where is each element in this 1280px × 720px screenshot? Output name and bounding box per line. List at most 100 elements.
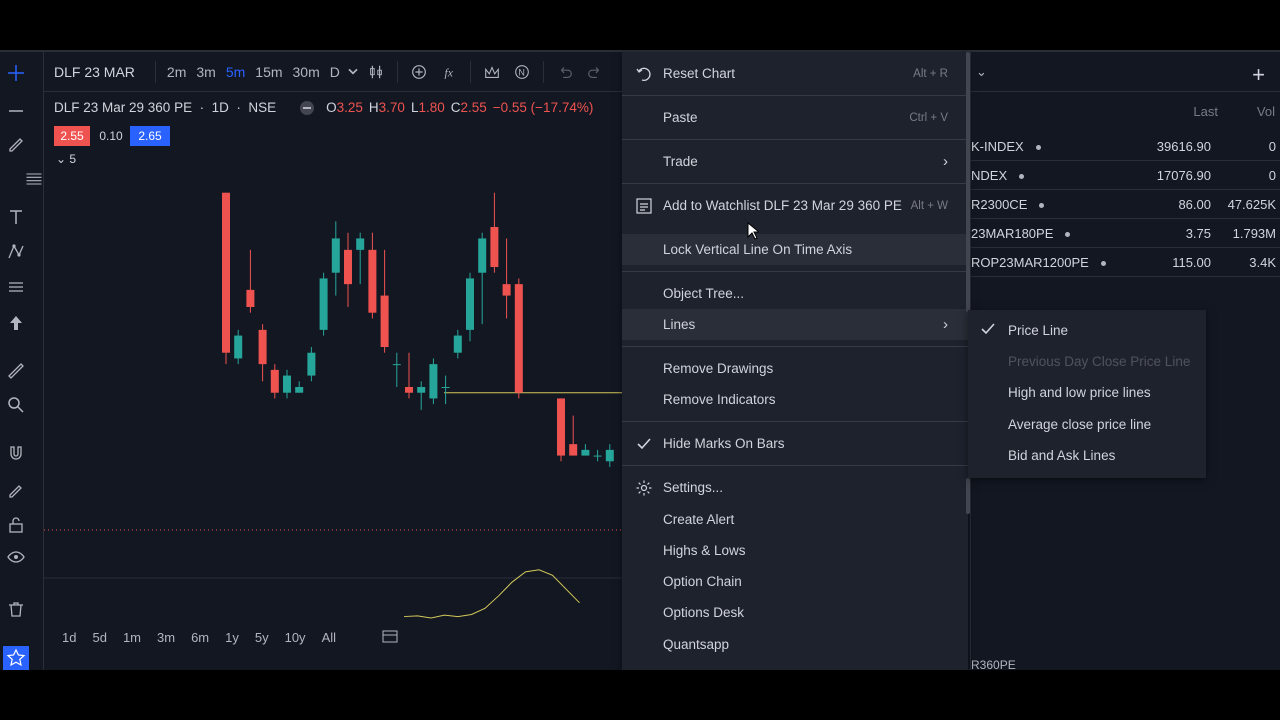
range-5d[interactable]: 5d bbox=[84, 630, 114, 645]
column-last[interactable]: Last bbox=[1193, 104, 1218, 119]
timeframe-15m[interactable]: 15m bbox=[250, 64, 287, 80]
menu-lines[interactable]: Lines › bbox=[622, 309, 968, 340]
menu-scrollbar[interactable] bbox=[966, 478, 970, 514]
magnet-icon[interactable] bbox=[5, 442, 27, 464]
candle[interactable] bbox=[307, 347, 316, 382]
candle[interactable] bbox=[392, 352, 401, 387]
eye-icon[interactable] bbox=[5, 546, 27, 568]
watchlist-row[interactable]: NDEX 17076.90 0 bbox=[971, 161, 1280, 190]
menu-reset-chart[interactable]: Reset Chart Alt + R bbox=[622, 58, 968, 89]
candle[interactable] bbox=[234, 329, 243, 365]
menu-hide-marks[interactable]: Hide Marks On Bars bbox=[622, 428, 968, 459]
candle[interactable] bbox=[356, 232, 365, 285]
menu-remove-indicators[interactable]: Remove Indicators bbox=[622, 384, 968, 415]
range-5y[interactable]: 5y bbox=[247, 630, 277, 645]
add-symbol-icon[interactable]: + bbox=[1252, 62, 1265, 88]
candle[interactable] bbox=[429, 358, 438, 405]
menu-options-desk[interactable]: Options Desk bbox=[622, 597, 968, 628]
timeframe-5m[interactable]: 5m bbox=[221, 64, 250, 80]
menu-lock-vertical[interactable]: Lock Vertical Line On Time Axis bbox=[622, 234, 968, 265]
candle[interactable] bbox=[270, 364, 279, 399]
range-1m[interactable]: 1m bbox=[115, 630, 149, 645]
menu-settings[interactable]: Settings... bbox=[622, 472, 968, 503]
compare-icon[interactable] bbox=[404, 63, 434, 81]
submenu-price-line[interactable]: Price Line bbox=[968, 315, 1206, 346]
range-6m[interactable]: 6m bbox=[183, 630, 217, 645]
pencil-icon[interactable] bbox=[5, 132, 27, 154]
candle[interactable] bbox=[605, 444, 614, 467]
calendar-icon[interactable] bbox=[374, 629, 406, 646]
range-3m[interactable]: 3m bbox=[149, 630, 183, 645]
timeframe-30m[interactable]: 30m bbox=[288, 64, 325, 80]
timeframe-3m[interactable]: 3m bbox=[191, 64, 220, 80]
menu-create-alert[interactable]: Create Alert bbox=[622, 504, 968, 535]
trash-icon[interactable] bbox=[5, 598, 27, 620]
text-icon[interactable] bbox=[5, 206, 27, 228]
candle[interactable] bbox=[466, 272, 474, 342]
menu-remove-drawings[interactable]: Remove Drawings bbox=[622, 353, 968, 384]
candle[interactable] bbox=[368, 232, 377, 319]
menu-paste[interactable]: Paste Ctrl + V bbox=[622, 102, 968, 133]
menu-object-tree[interactable]: Object Tree... bbox=[622, 278, 968, 309]
menu-highs-lows[interactable]: Highs & Lows bbox=[622, 535, 968, 566]
indicators-icon[interactable]: fx bbox=[434, 63, 464, 81]
menu-scrollbar[interactable] bbox=[966, 52, 970, 312]
arrow-up-icon[interactable] bbox=[5, 312, 27, 334]
candle[interactable] bbox=[557, 398, 565, 462]
candle[interactable] bbox=[514, 278, 523, 399]
star-icon[interactable] bbox=[3, 646, 29, 670]
menu-option-chain[interactable]: Option Chain bbox=[622, 566, 968, 597]
menu-add-watchlist[interactable]: Add to Watchlist DLF 23 Mar 29 360 PE Al… bbox=[622, 190, 968, 221]
trend-line-icon[interactable] bbox=[5, 98, 27, 120]
candle[interactable] bbox=[441, 375, 450, 405]
redo-icon[interactable] bbox=[580, 63, 610, 81]
candle[interactable] bbox=[222, 192, 230, 365]
candle[interactable] bbox=[417, 381, 426, 410]
candle[interactable] bbox=[344, 232, 352, 307]
zoom-icon[interactable] bbox=[5, 394, 27, 416]
candle[interactable] bbox=[453, 329, 462, 359]
range-1y[interactable]: 1y bbox=[217, 630, 247, 645]
range-all[interactable]: All bbox=[314, 630, 344, 645]
menu-quantsapp[interactable]: Quantsapp bbox=[622, 629, 968, 660]
forecast-icon[interactable] bbox=[5, 276, 27, 298]
symbol-search[interactable]: DLF 23 MAR bbox=[54, 64, 135, 80]
submenu-high-low[interactable]: High and low price lines bbox=[968, 377, 1206, 408]
watchlist-row[interactable]: ROP23MAR1200PE 115.00 3.4K bbox=[971, 248, 1280, 277]
ruler-icon[interactable] bbox=[5, 360, 27, 382]
candle[interactable] bbox=[581, 444, 590, 456]
candle[interactable] bbox=[283, 369, 291, 399]
replay-icon[interactable]: N bbox=[507, 63, 537, 81]
candle[interactable] bbox=[331, 221, 340, 296]
templates-icon[interactable] bbox=[477, 63, 507, 81]
watchlist-row[interactable]: 23MAR180PE 3.75 1.793M bbox=[971, 219, 1280, 248]
draw-lock-icon[interactable] bbox=[5, 478, 27, 500]
candle[interactable] bbox=[246, 249, 255, 313]
range-10y[interactable]: 10y bbox=[277, 630, 314, 645]
candle[interactable] bbox=[478, 232, 487, 325]
column-vol[interactable]: Vol bbox=[1257, 104, 1275, 119]
candle[interactable] bbox=[502, 238, 511, 319]
candle[interactable] bbox=[593, 449, 602, 462]
watchlist-row[interactable]: K-INDEX 39616.90 0 bbox=[971, 132, 1280, 161]
crosshair-icon[interactable] bbox=[5, 62, 27, 84]
menu-trade[interactable]: Trade › bbox=[622, 146, 968, 177]
candle[interactable] bbox=[569, 415, 578, 456]
timeframe-d[interactable]: D bbox=[325, 64, 345, 80]
candle[interactable] bbox=[319, 272, 328, 336]
lock-icon[interactable] bbox=[5, 514, 27, 536]
indicator-line[interactable] bbox=[403, 569, 580, 619]
chevron-down-icon[interactable] bbox=[345, 63, 361, 81]
candle[interactable] bbox=[295, 381, 304, 393]
price-chart[interactable]: 10Mar1322 bbox=[44, 112, 624, 632]
candle-type-icon[interactable] bbox=[361, 63, 391, 81]
timeframe-2m[interactable]: 2m bbox=[162, 64, 191, 80]
range-1d[interactable]: 1d bbox=[54, 630, 84, 645]
candle[interactable] bbox=[380, 249, 389, 353]
submenu-bid-ask[interactable]: Bid and Ask Lines bbox=[968, 440, 1206, 471]
watchlist-row[interactable]: R2300CE 86.00 47.625K bbox=[971, 190, 1280, 219]
candle[interactable] bbox=[405, 352, 413, 399]
submenu-avg-close[interactable]: Average close price line bbox=[968, 409, 1206, 440]
chevron-down-icon[interactable]: ⌄ bbox=[976, 64, 987, 80]
undo-icon[interactable] bbox=[550, 63, 580, 81]
